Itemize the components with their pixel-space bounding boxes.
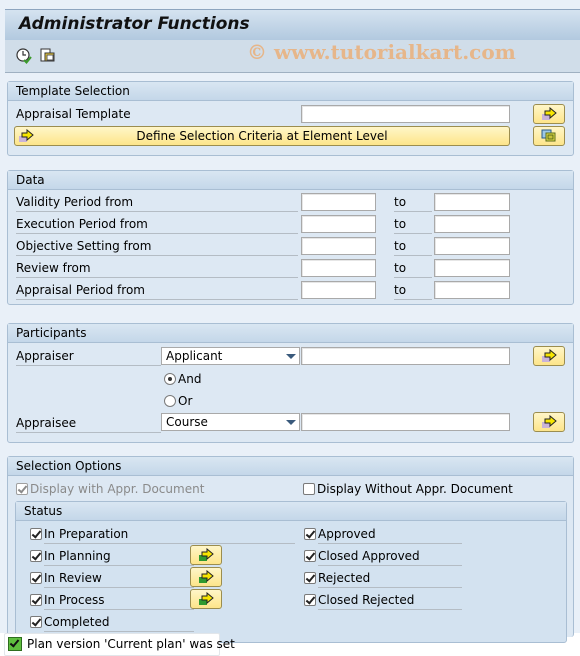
and-label: And [178,372,202,386]
display-without-document-label: Display Without Appr. Document [317,482,513,496]
in-review-details-button[interactable] [190,567,222,587]
in-planning-label: In Planning [44,549,194,566]
multiple-selection-button[interactable] [533,126,565,146]
status-subgroup: Status In Preparation In Planning In Rev… [15,501,567,643]
to-label: to [394,195,432,212]
closed-rejected-label: Closed Rejected [318,593,462,610]
appraiser-type-value: Applicant [166,349,223,363]
in-review-label: In Review [44,571,194,588]
to-label: to [394,261,432,278]
in-planning-checkbox[interactable] [30,550,42,562]
appraisal-period-from-input[interactable] [301,281,376,299]
execution-period-from-input[interactable] [301,215,376,233]
define-selection-criteria-button[interactable]: Define Selection Criteria at Element Lev… [14,126,510,146]
in-process-details-button[interactable] [190,589,222,609]
in-preparation-checkbox[interactable] [30,528,42,540]
completed-checkbox[interactable] [30,616,42,628]
display-with-document-label: Display with Appr. Document [30,482,205,496]
execution-period-label: Execution Period from [16,217,298,234]
selection-options-group: Selection Options Display with Appr. Doc… [7,456,574,643]
rejected-checkbox[interactable] [304,572,316,584]
status-bar: Plan version 'Current plan' was set [4,633,235,656]
approved-label: Approved [318,527,462,544]
closed-rejected-checkbox[interactable] [304,594,316,606]
template-select-button[interactable] [533,104,565,124]
appraisee-type-value: Course [166,415,208,429]
in-process-checkbox[interactable] [30,594,42,606]
and-radio[interactable] [164,373,176,385]
review-label: Review from [16,261,298,278]
group-heading: Template Selection [8,82,573,101]
validity-period-label: Validity Period from [16,195,298,212]
appraisal-template-input[interactable] [301,105,510,123]
arrow-right-icon [542,349,557,362]
data-group: Data Validity Period from to Execution P… [7,170,574,305]
arrow-right-green-icon [199,548,214,561]
review-from-input[interactable] [301,259,376,277]
closed-approved-label: Closed Approved [318,549,462,566]
display-without-document-checkbox[interactable] [303,483,315,495]
completed-label: Completed [44,615,194,632]
appraisee-type-select[interactable]: Course [161,413,300,431]
arrow-right-icon [542,415,557,428]
to-label: to [394,217,432,234]
appraisee-select-button[interactable] [533,412,565,432]
watermark: © www.tutorialkart.com [247,40,516,64]
in-process-label: In Process [44,593,194,610]
objective-setting-to-input[interactable] [434,237,510,255]
get-variant-icon[interactable] [39,47,57,68]
appraisee-value-input[interactable] [301,413,510,431]
in-planning-details-button[interactable] [190,545,222,565]
in-preparation-label: In Preparation [44,527,295,544]
execution-period-to-input[interactable] [434,215,510,233]
template-selection-group: Template Selection Appraisal Template De… [7,81,574,156]
appraisal-template-label: Appraisal Template [16,107,131,121]
execute-clock-icon[interactable] [15,47,33,68]
or-label: Or [178,394,193,408]
group-heading: Participants [8,324,573,343]
objective-setting-from-input[interactable] [301,237,376,255]
validity-period-to-input[interactable] [434,193,510,211]
page-title: Administrator Functions [19,14,250,34]
app-window: Administrator Functions © www.tutorialka… [0,0,580,643]
status-heading: Status [16,502,566,521]
display-with-document-checkbox[interactable] [16,483,28,495]
to-label: to [394,239,432,256]
approved-checkbox[interactable] [304,528,316,540]
objective-setting-label: Objective Setting from [16,239,298,256]
to-label: to [394,283,432,300]
success-check-icon [8,637,22,651]
appraiser-value-input[interactable] [301,347,510,365]
appraisal-period-label: Appraisal Period from [16,283,298,300]
group-heading: Selection Options [8,457,573,476]
validity-period-from-input[interactable] [301,193,376,211]
arrow-right-green-icon [199,592,214,605]
application-toolbar: © www.tutorialkart.com [5,40,580,73]
dropdown-arrow-icon [286,354,296,359]
appraiser-select-button[interactable] [533,346,565,366]
appraisee-label: Appraisee [16,416,161,433]
appraiser-type-select[interactable]: Applicant [161,347,300,365]
multiple-selection-icon [541,129,556,142]
title-bar: Administrator Functions [5,9,580,40]
appraisal-period-to-input[interactable] [434,281,510,299]
in-review-checkbox[interactable] [30,572,42,584]
status-message: Plan version 'Current plan' was set [27,637,235,651]
arrow-right-green-icon [199,570,214,583]
arrow-right-icon [542,107,557,120]
appraiser-label: Appraiser [16,349,161,366]
participants-group: Participants Appraiser Applicant And Or … [7,323,574,443]
rejected-label: Rejected [318,571,462,588]
group-heading: Data [8,171,573,190]
review-to-input[interactable] [434,259,510,277]
or-radio[interactable] [164,395,176,407]
closed-approved-checkbox[interactable] [304,550,316,562]
define-selection-criteria-label: Define Selection Criteria at Element Lev… [136,129,388,143]
dropdown-arrow-icon [286,420,296,425]
